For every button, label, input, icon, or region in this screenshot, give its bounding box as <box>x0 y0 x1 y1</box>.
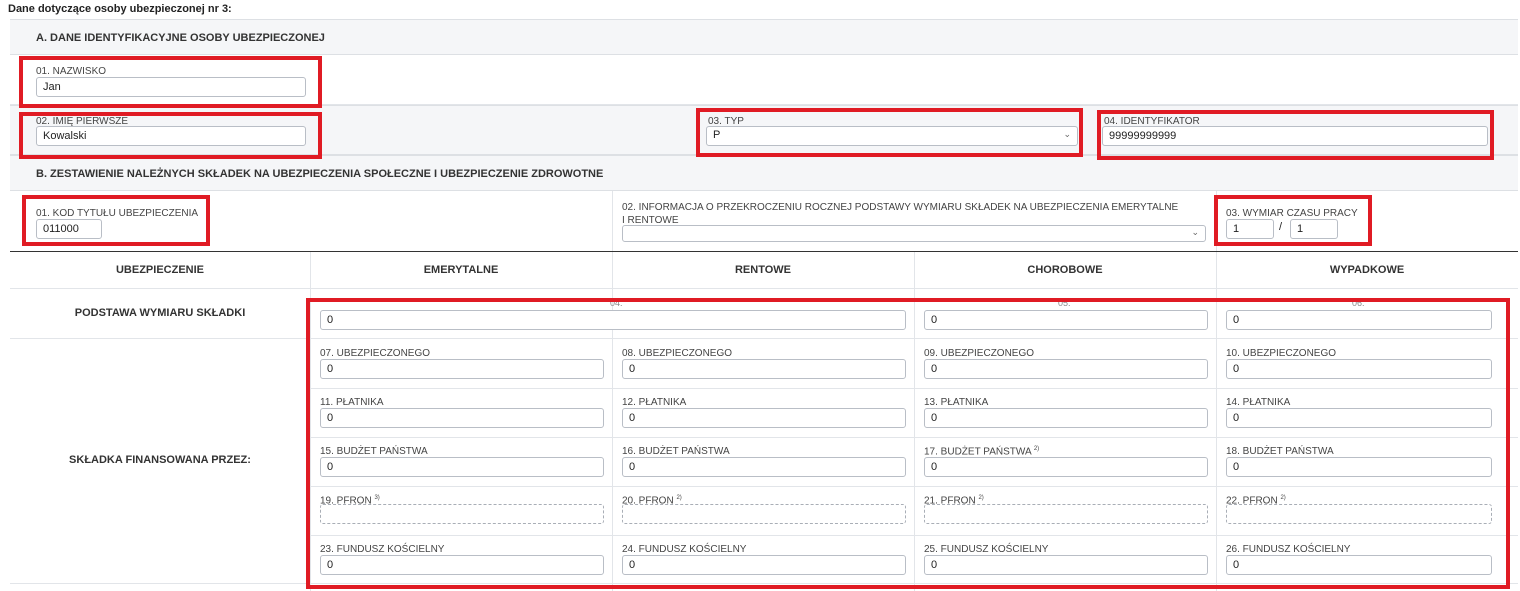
skladka-input-r4-c1[interactable] <box>622 555 906 575</box>
skladka-label-r1-c2: 13. PŁATNIKA <box>924 397 989 408</box>
skladka-label-r2-c0: 15. BUDŻET PAŃSTWA <box>320 446 428 457</box>
info-select[interactable]: ⌄ <box>622 225 1206 242</box>
header-emerytalne: EMERYTALNE <box>423 264 499 276</box>
pfron-input-c3[interactable] <box>1226 504 1492 524</box>
faint-label-06: 06. <box>1352 298 1365 308</box>
skladka-input-r1-c2[interactable] <box>924 408 1208 428</box>
page-title: Dane dotyczące osoby ubezpieczonej nr 3: <box>8 3 232 15</box>
header-rentowe: RENTOWE <box>734 264 792 276</box>
section-b-header: B. ZESTAWIENIE NALEŻNYCH SKŁADEK NA UBEZ… <box>10 155 1518 191</box>
skladka-input-r4-c3[interactable] <box>1226 555 1492 575</box>
header-chorobowe: CHOROBOWE <box>1027 264 1103 276</box>
footnote-marker: 2) <box>676 495 682 501</box>
pfron-input-c1[interactable] <box>622 504 906 524</box>
skladka-input-r1-c3[interactable] <box>1226 408 1492 428</box>
info-label: 02. INFORMACJA O PRZEKROCZENIU ROCZNEJ P… <box>622 202 1179 226</box>
wymiar-separator: / <box>1279 221 1283 233</box>
skladka-input-r2-c0[interactable] <box>320 457 604 477</box>
skladka-label-r4-c2: 25. FUNDUSZ KOŚCIELNY <box>924 544 1049 555</box>
skladka-label-r2-c2: 17. BUDŻET PAŃSTWA 2) <box>924 446 1040 458</box>
header-wypadkowe: WYPADKOWE <box>1329 264 1405 276</box>
footnote-marker: 2) <box>978 495 984 501</box>
skladka-input-r4-c2[interactable] <box>924 555 1208 575</box>
skladka-label-r0-c3: 10. UBEZPIECZONEGO <box>1226 348 1337 359</box>
skladka-label-r2-c3: 18. BUDŻET PAŃSTWA <box>1226 446 1334 457</box>
footnote-marker: 2) <box>1280 495 1286 501</box>
chevron-down-icon: ⌄ <box>1191 227 1199 237</box>
skladka-label-r1-c1: 12. PŁATNIKA <box>622 397 687 408</box>
pfron-input-c0[interactable] <box>320 504 604 524</box>
skladka-label-r4-c3: 26. FUNDUSZ KOŚCIELNY <box>1226 544 1351 555</box>
nazwisko-label: 01. NAZWISKO <box>36 66 107 77</box>
skladka-label-r1-c3: 14. PŁATNIKA <box>1226 397 1291 408</box>
chevron-down-icon: ⌄ <box>1063 129 1071 139</box>
skladka-label-r0-c1: 08. UBEZPIECZONEGO <box>622 348 733 359</box>
identyfikator-input[interactable] <box>1102 126 1488 146</box>
footnote-marker: 3) <box>374 495 380 501</box>
skladka-input-r0-c0[interactable] <box>320 359 604 379</box>
skladka-input-r2-c3[interactable] <box>1226 457 1492 477</box>
header-ubezpieczenie: UBEZPIECZENIE <box>115 264 204 276</box>
skladka-label-r2-c1: 16. BUDŻET PAŃSTWA <box>622 446 730 457</box>
skladka-input-r4-c0[interactable] <box>320 555 604 575</box>
wymiar-denominator-input[interactable] <box>1290 219 1338 239</box>
skladka-label-r1-c0: 11. PŁATNIKA <box>320 397 384 408</box>
podstawa-label: PODSTAWA WYMIARU SKŁADKI <box>74 307 246 319</box>
section-a-header: A. DANE IDENTYFIKACYJNE OSOBY UBEZPIECZO… <box>10 19 1518 55</box>
section-b-title: B. ZESTAWIENIE NALEŻNYCH SKŁADEK NA UBEZ… <box>36 168 604 180</box>
typ-select[interactable]: P ⌄ <box>706 126 1078 146</box>
faint-label-05: 05. <box>1058 298 1071 308</box>
skladka-label-r4-c0: 23. FUNDUSZ KOŚCIELNY <box>320 544 445 555</box>
pfron-input-c2[interactable] <box>924 504 1208 524</box>
skladka-input-r2-c1[interactable] <box>622 457 906 477</box>
skladka-input-r0-c1[interactable] <box>622 359 906 379</box>
skladka-label: SKŁADKA FINANSOWANA PRZEZ: <box>69 454 251 466</box>
section-a-title: A. DANE IDENTYFIKACYJNE OSOBY UBEZPIECZO… <box>36 32 325 44</box>
skladka-label-r0-c0: 07. UBEZPIECZONEGO <box>320 348 431 359</box>
wymiar-label: 03. WYMIAR CZASU PRACY <box>1226 208 1358 219</box>
skladka-input-r0-c3[interactable] <box>1226 359 1492 379</box>
kod-label: 01. KOD TYTUŁU UBEZPIECZENIA <box>36 208 199 219</box>
kod-input[interactable] <box>36 219 102 239</box>
skladka-input-r1-c1[interactable] <box>622 408 906 428</box>
wymiar-numerator-input[interactable] <box>1226 219 1274 239</box>
nazwisko-input[interactable] <box>36 77 306 97</box>
imie-input[interactable] <box>36 126 306 146</box>
skladka-label-r0-c2: 09. UBEZPIECZONEGO <box>924 348 1035 359</box>
typ-value: P <box>713 129 721 141</box>
skladka-input-r0-c2[interactable] <box>924 359 1208 379</box>
podstawa-emerytalne-rentowe-input[interactable] <box>320 310 906 330</box>
skladka-input-r2-c2[interactable] <box>924 457 1208 477</box>
skladka-label-r4-c1: 24. FUNDUSZ KOŚCIELNY <box>622 544 747 555</box>
podstawa-wypadkowe-input[interactable] <box>1226 310 1492 330</box>
footnote-marker: 2) <box>1033 446 1040 452</box>
podstawa-chorobowe-input[interactable] <box>924 310 1208 330</box>
skladka-input-r1-c0[interactable] <box>320 408 604 428</box>
faint-label-04: 04. <box>610 298 623 308</box>
